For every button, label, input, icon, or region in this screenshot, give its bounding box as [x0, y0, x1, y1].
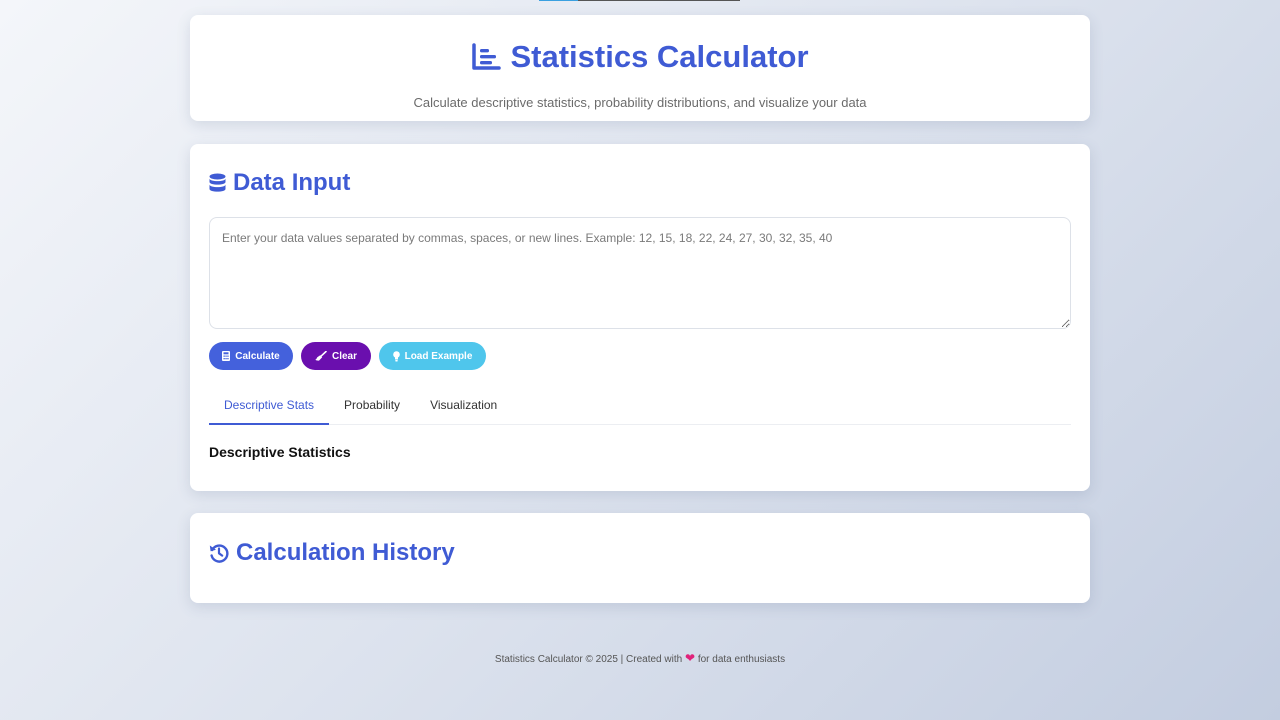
data-input-textarea[interactable]: [209, 217, 1071, 329]
descriptive-statistics-heading: Descriptive Statistics: [209, 444, 351, 460]
history-icon: [209, 544, 229, 563]
stats-tabs: Descriptive Stats Probability Visualizat…: [209, 390, 1071, 425]
data-input-title: Data Input: [233, 169, 351, 196]
clear-button[interactable]: Clear: [301, 342, 371, 370]
lightbulb-icon: [392, 350, 400, 361]
history-title: Calculation History: [236, 539, 455, 566]
data-input-card: Data Input Calculate Clear: [190, 144, 1090, 491]
header-card: Statistics Calculator Calculate descript…: [190, 15, 1090, 121]
tab-probability[interactable]: Probability: [329, 390, 415, 424]
page-title-text: Statistics Calculator: [510, 39, 809, 74]
footer-text-before: Statistics Calculator © 2025 | Created w…: [494, 654, 683, 665]
load-example-button-label: Load Example: [404, 350, 473, 362]
database-icon: [209, 173, 226, 192]
broom-icon: [315, 351, 327, 361]
load-example-button[interactable]: Load Example: [379, 342, 486, 370]
clear-button-label: Clear: [331, 350, 357, 362]
data-input-heading: Data Input: [209, 168, 1071, 198]
action-buttons: Calculate Clear Load Example: [209, 342, 1071, 370]
history-heading: Calculation History: [209, 538, 1071, 568]
tab-descriptive-stats[interactable]: Descriptive Stats: [209, 390, 330, 425]
footer-text-after: for data enthusiasts: [697, 654, 786, 665]
chart-line-icon: [472, 43, 502, 70]
top-scroll-indicator: [539, 0, 740, 1]
footer: Statistics Calculator © 2025 | Created w…: [0, 651, 1280, 665]
calculate-button[interactable]: Calculate: [209, 342, 293, 370]
history-card: Calculation History: [190, 513, 1090, 603]
tab-visualization[interactable]: Visualization: [415, 390, 512, 424]
calculate-button-label: Calculate: [235, 350, 280, 362]
page-subtitle: Calculate descriptive statistics, probab…: [413, 95, 867, 110]
page-title: Statistics Calculator: [190, 39, 1090, 75]
heart-icon: ❤: [684, 651, 696, 665]
calculator-icon: [222, 351, 231, 361]
